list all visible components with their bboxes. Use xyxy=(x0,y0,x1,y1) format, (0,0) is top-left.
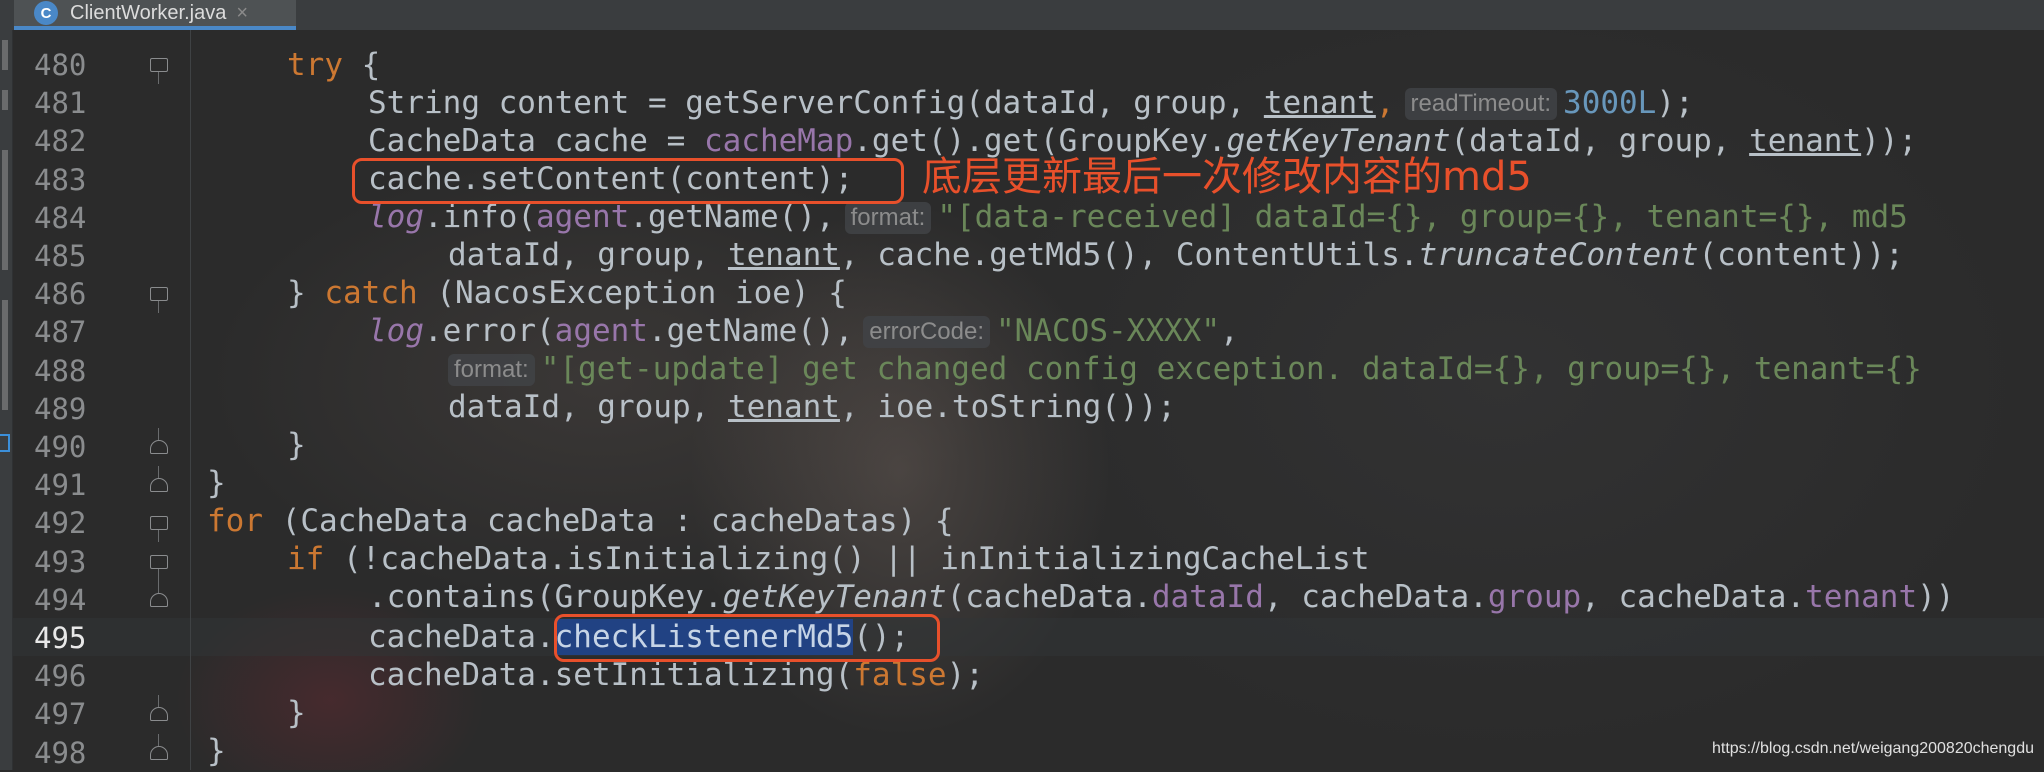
rail-web-tab-icon[interactable] xyxy=(2,300,8,410)
fold-guide-line xyxy=(158,72,159,84)
line-number[interactable]: 497 xyxy=(34,695,94,733)
tab-clientworker-java[interactable]: C ClientWorker.java × xyxy=(14,0,296,30)
code-line-481[interactable]: String content = getServerConfig(dataId,… xyxy=(368,84,1694,122)
close-icon[interactable]: × xyxy=(236,2,248,25)
fold-guide-line xyxy=(158,733,159,746)
fold-guide-line xyxy=(158,580,159,593)
code-line-497[interactable]: } xyxy=(287,694,306,732)
watermark-url: https://blog.csdn.net/weigang200820cheng… xyxy=(1711,740,2034,757)
annotation-box-check-listener-md5 xyxy=(554,614,940,662)
line-number[interactable]: 494 xyxy=(34,581,94,619)
code-line-489[interactable]: dataId, group, tenant, ioe.toString()); xyxy=(448,388,1176,426)
line-number[interactable]: 480 xyxy=(34,46,94,84)
code-line-487[interactable]: log.error(agent.getName(), errorCode: "NAC… xyxy=(368,312,1239,350)
fold-guide-line xyxy=(158,530,159,543)
line-number[interactable]: 490 xyxy=(34,428,94,466)
java-class-icon: C xyxy=(34,1,58,25)
line-number[interactable]: 488 xyxy=(34,352,94,390)
editor-tab-bar: C ClientWorker.java × xyxy=(0,0,2044,30)
rail-project-tab-icon[interactable] xyxy=(2,40,8,70)
line-number[interactable]: 492 xyxy=(34,504,94,542)
line-number[interactable]: 487 xyxy=(34,313,94,351)
tab-label: ClientWorker.java xyxy=(70,1,227,24)
code-line-491[interactable]: } xyxy=(207,464,226,502)
code-line-485[interactable]: dataId, group, tenant, cache.getMd5(), C… xyxy=(448,236,1904,274)
fold-end-icon[interactable] xyxy=(150,440,168,454)
fold-start-icon[interactable] xyxy=(150,287,168,302)
rail-structure-tab-icon[interactable] xyxy=(2,90,8,110)
code-line-490[interactable]: } xyxy=(287,426,306,464)
line-number[interactable]: 483 xyxy=(34,161,94,199)
code-line-498[interactable]: } xyxy=(207,732,226,770)
line-number[interactable]: 484 xyxy=(34,199,94,237)
fold-end-icon[interactable] xyxy=(150,592,168,607)
line-number[interactable]: 498 xyxy=(34,734,94,772)
line-number[interactable]: 496 xyxy=(34,657,94,695)
fold-guide-line xyxy=(158,301,159,314)
line-number[interactable]: 491 xyxy=(34,466,94,504)
line-number[interactable]: 482 xyxy=(34,122,94,160)
fold-end-icon[interactable] xyxy=(150,478,168,493)
line-number[interactable]: 481 xyxy=(34,84,94,122)
fold-guide-line xyxy=(158,568,159,581)
param-hint-errorcode: errorCode: xyxy=(863,316,991,348)
code-line-493[interactable]: if (!cacheData.isInitializing() || inIni… xyxy=(287,540,1370,578)
left-tool-rail[interactable] xyxy=(0,0,13,770)
fold-guide-line xyxy=(158,428,159,440)
param-hint-format: format: xyxy=(844,202,932,234)
fold-end-icon[interactable] xyxy=(150,745,168,760)
line-number[interactable]: 493 xyxy=(34,543,94,581)
line-number[interactable]: 495 xyxy=(34,619,94,657)
fold-start-icon[interactable] xyxy=(150,516,168,531)
code-line-492[interactable]: for (CacheData cacheData : cacheDatas) { xyxy=(207,502,954,540)
line-number[interactable]: 489 xyxy=(34,390,94,428)
fold-end-icon[interactable] xyxy=(150,707,168,722)
current-line-highlight xyxy=(12,618,2044,656)
code-line-486[interactable]: } catch (NacosException ioe) { xyxy=(287,274,847,312)
param-hint-format: format: xyxy=(448,354,535,386)
code-line-480[interactable]: try { xyxy=(287,46,380,84)
line-number[interactable]: 485 xyxy=(34,237,94,275)
fold-guide-line xyxy=(158,695,159,708)
code-line-488[interactable]: format: "[get-update] get changed config … xyxy=(448,350,1922,388)
line-number-gutter[interactable]: 480 481 482 483 484 485 486 487 488 489 490 491 492 4… xyxy=(12,30,191,770)
param-hint-readtimeout: readTimeout: xyxy=(1404,88,1558,120)
fold-start-icon[interactable] xyxy=(150,554,168,569)
fold-guide-line xyxy=(158,466,159,479)
rail-favorites-tab-icon[interactable] xyxy=(2,150,8,270)
code-line-494[interactable]: .contains(GroupKey.getKeyTenant(cacheDat… xyxy=(368,578,1954,616)
line-number[interactable]: 486 xyxy=(34,275,94,313)
rail-bookmark-icon[interactable] xyxy=(0,434,10,452)
annotation-note: 底层更新最后一次修改内容的md5 xyxy=(922,154,1532,200)
fold-start-icon[interactable] xyxy=(150,58,168,72)
annotation-box-set-content xyxy=(352,158,904,204)
